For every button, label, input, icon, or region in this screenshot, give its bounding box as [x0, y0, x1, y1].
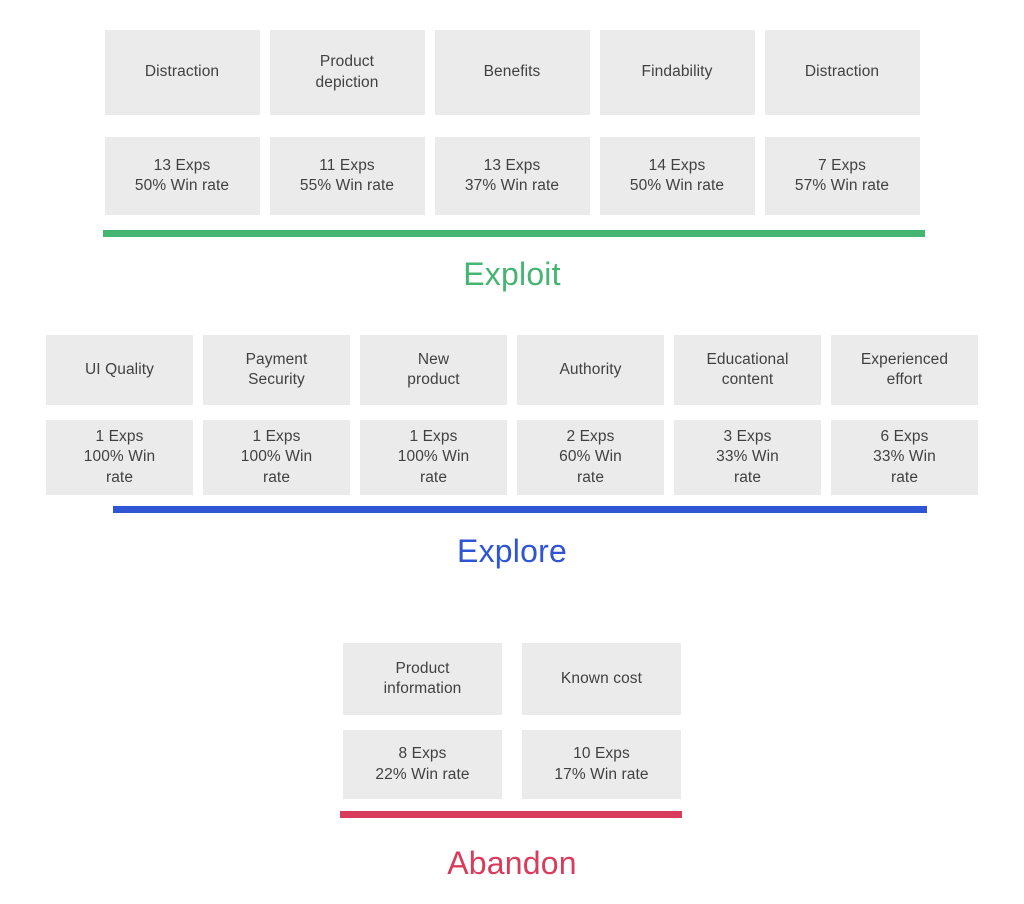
theme-card: Educational content	[674, 335, 821, 405]
theme-stat-text: 6 Exps 33% Win rate	[873, 427, 936, 486]
theme-card: Payment Security	[203, 335, 350, 405]
theme-label: Educational content	[706, 350, 789, 388]
exploit-underline	[103, 230, 925, 237]
abandon-section-title: Abandon	[447, 845, 577, 881]
theme-stat-text: 8 Exps 22% Win rate	[375, 745, 470, 783]
theme-stat-text: 7 Exps 57% Win rate	[794, 156, 890, 194]
theme-card: Findability	[599, 30, 755, 115]
explore-theme-row: UI Quality Payment Security New product Aut…	[0, 335, 1024, 405]
theme-label: Distraction	[804, 63, 880, 81]
theme-stat-card: 13 Exps 50% Win rate	[104, 137, 260, 215]
explore-section-title: Explore	[457, 533, 567, 569]
theme-stat-card: 14 Exps 50% Win rate	[599, 137, 755, 215]
theme-card: Benefits	[434, 30, 590, 115]
exploit-theme-row: Distraction Product depiction Benefits Find…	[0, 30, 1024, 115]
theme-card: UI Quality	[46, 335, 193, 405]
abandon-stat-row: 8 Exps 22% Win rate 10 Exps 17% Win rate	[0, 730, 1024, 799]
theme-stat-text: 14 Exps 50% Win rate	[629, 156, 725, 194]
theme-label: Product information	[383, 659, 462, 697]
theme-stat-text: 13 Exps 37% Win rate	[464, 156, 560, 194]
theme-stat-card: 2 Exps 60% Win rate	[517, 420, 664, 495]
theme-card: Authority	[517, 335, 664, 405]
theme-stat-text: 1 Exps 100% Win rate	[83, 427, 156, 486]
theme-label: Known cost	[560, 669, 643, 687]
theme-label: Payment Security	[245, 350, 308, 388]
diagram-canvas: Distraction Product depiction Benefits Find…	[0, 0, 1024, 904]
theme-stat-card: 10 Exps 17% Win rate	[522, 730, 681, 799]
theme-card: Experienced effort	[831, 335, 978, 405]
exploit-section-title: Exploit	[463, 256, 561, 292]
theme-stat-card: 1 Exps 100% Win rate	[203, 420, 350, 495]
theme-stat-card: 8 Exps 22% Win rate	[343, 730, 502, 799]
theme-card: Product depiction	[269, 30, 425, 115]
explore-underline	[113, 506, 927, 513]
theme-label: Findability	[641, 63, 713, 81]
theme-stat-card: 6 Exps 33% Win rate	[831, 420, 978, 495]
theme-label: Experienced effort	[860, 350, 949, 388]
theme-stat-text: 2 Exps 60% Win rate	[559, 427, 622, 486]
theme-stat-text: 1 Exps 100% Win rate	[397, 427, 470, 486]
theme-label: New product	[407, 350, 460, 388]
exploit-stat-row: 13 Exps 50% Win rate 11 Exps 55% Win rate…	[0, 137, 1024, 215]
explore-stat-row: 1 Exps 100% Win rate 1 Exps 100% Win rate…	[0, 420, 1024, 495]
theme-stat-text: 13 Exps 50% Win rate	[134, 156, 230, 194]
theme-label: Product depiction	[315, 53, 379, 91]
abandon-theme-row: Product information Known cost	[0, 643, 1024, 715]
theme-label: Benefits	[483, 63, 541, 81]
theme-label: Distraction	[144, 63, 220, 81]
theme-card: Distraction	[104, 30, 260, 115]
theme-stat-text: 1 Exps 100% Win rate	[240, 427, 313, 486]
theme-card: New product	[360, 335, 507, 405]
abandon-underline	[340, 811, 682, 818]
theme-card: Product information	[343, 643, 502, 715]
theme-stat-card: 3 Exps 33% Win rate	[674, 420, 821, 495]
theme-stat-card: 1 Exps 100% Win rate	[360, 420, 507, 495]
theme-card: Known cost	[522, 643, 681, 715]
theme-stat-text: 11 Exps 55% Win rate	[299, 156, 395, 194]
theme-stat-text: 3 Exps 33% Win rate	[716, 427, 779, 486]
theme-stat-card: 1 Exps 100% Win rate	[46, 420, 193, 495]
theme-stat-card: 13 Exps 37% Win rate	[434, 137, 590, 215]
theme-stat-card: 11 Exps 55% Win rate	[269, 137, 425, 215]
theme-card: Distraction	[764, 30, 920, 115]
theme-stat-text: 10 Exps 17% Win rate	[554, 745, 649, 783]
theme-stat-card: 7 Exps 57% Win rate	[764, 137, 920, 215]
theme-label: UI Quality	[84, 360, 155, 378]
theme-label: Authority	[559, 360, 622, 378]
